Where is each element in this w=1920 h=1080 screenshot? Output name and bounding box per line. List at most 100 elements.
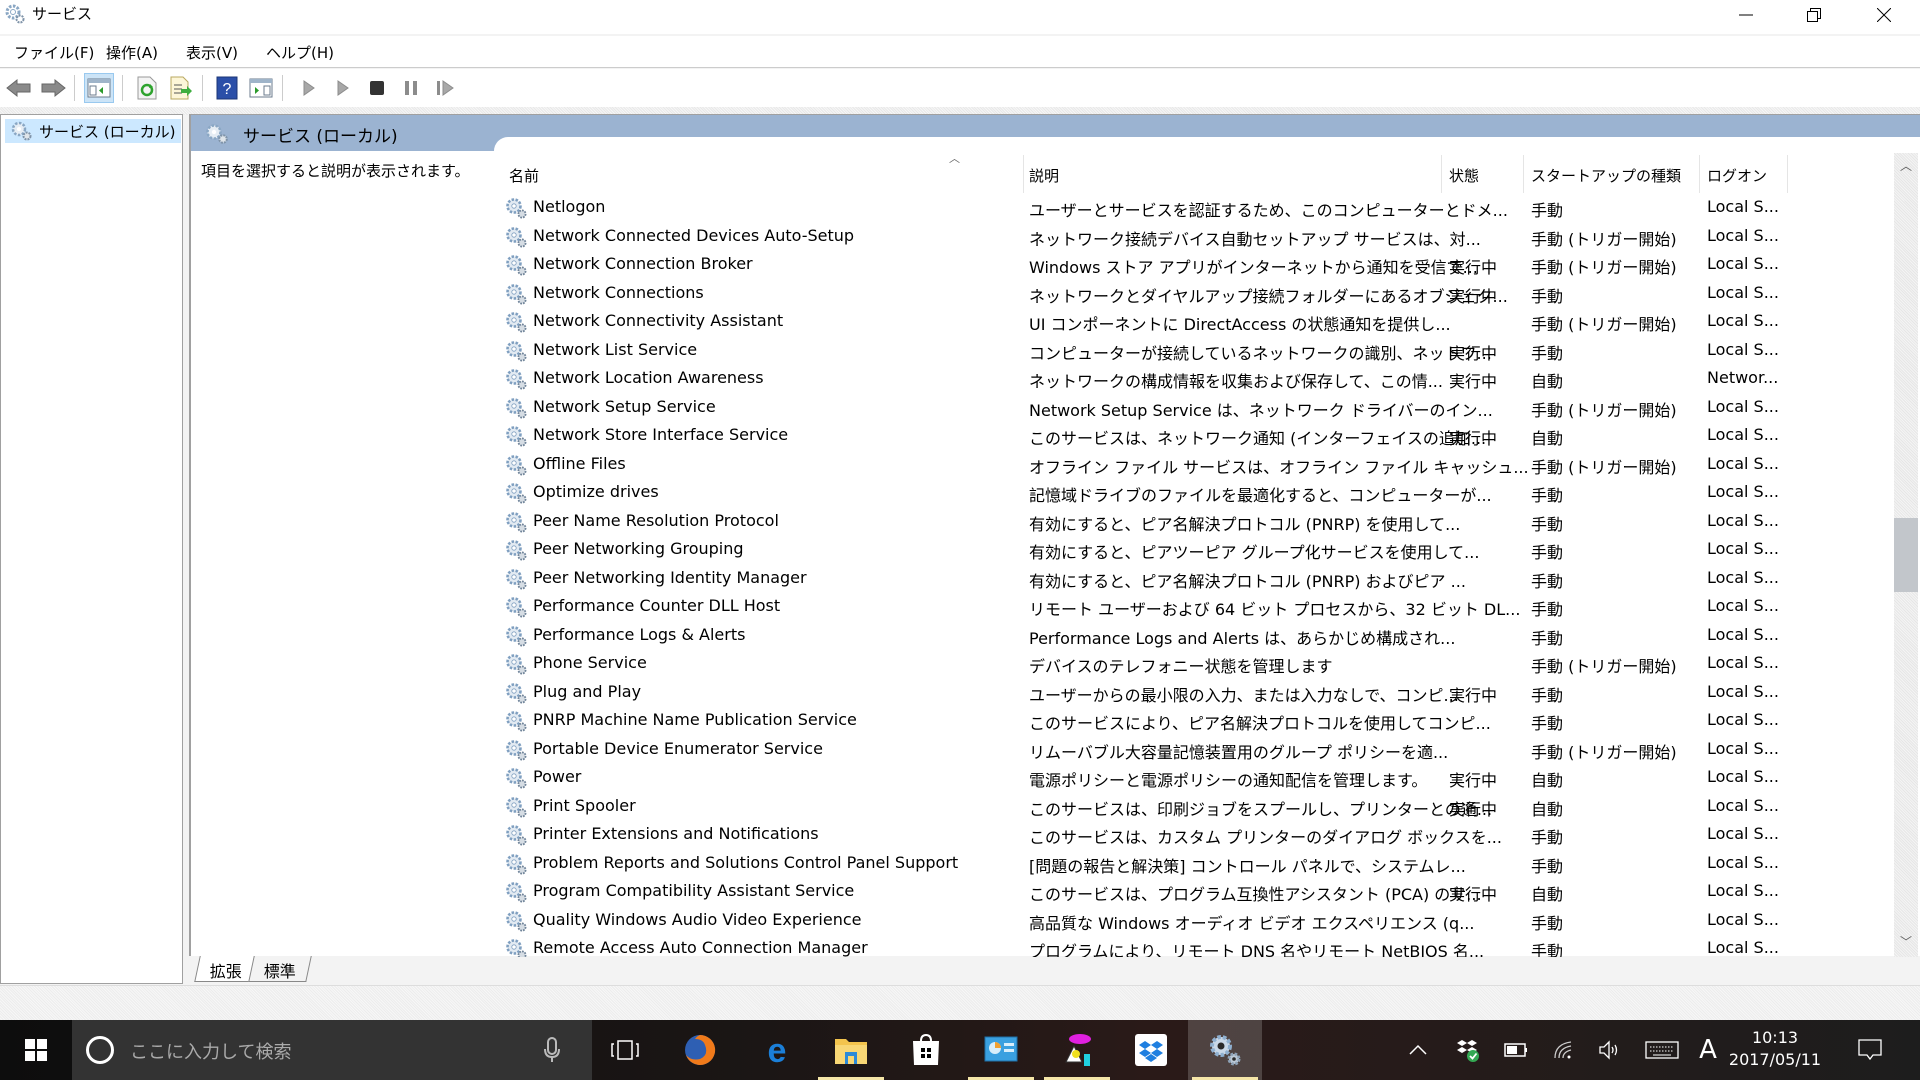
start-service-alt-button[interactable] [328,73,358,103]
resume-icon [437,80,454,96]
column-header-name[interactable]: 名前 [509,153,1023,193]
service-row[interactable]: Optimize drives 記憶域ドライブのファイルを最適化すると、コンピュー… [497,479,1889,508]
taskbar-app-file-explorer[interactable] [814,1020,888,1080]
taskbar-app-edge[interactable]: e [740,1020,814,1080]
service-row[interactable]: Network Connected Devices Auto-Setup ネットワ… [497,223,1889,252]
service-name: Peer Networking Grouping [533,539,744,558]
service-row[interactable]: Performance Logs & Alerts Performance Log… [497,622,1889,651]
service-startup-type: 手動 [1531,828,1564,847]
column-header-logon[interactable]: ログオン [1707,153,1787,193]
service-row[interactable]: Power 電源ポリシーと電源ポリシーの通知配信を管理します。 実行中 自動 Local… [497,764,1889,793]
service-row[interactable]: Offline Files オフライン ファイル サービスは、オフライン ファイル… [497,451,1889,480]
service-row[interactable]: Portable Device Enumerator Service リムーバブル… [497,736,1889,765]
menu-file[interactable]: ファイル(F) [14,42,94,63]
service-row[interactable]: Network List Service コンピューターが接続しているネットワーク… [497,337,1889,366]
minimize-button[interactable] [1712,0,1780,30]
tray-dropbox[interactable] [1448,1020,1488,1080]
service-row[interactable]: Network Store Interface Service このサービスは、ネ… [497,422,1889,451]
taskbar-app-services[interactable] [1188,1020,1262,1080]
scroll-down-button[interactable]: ﹀ [1894,933,1918,953]
menu-view[interactable]: 表示(V) [186,42,238,63]
service-row[interactable]: Print Spooler このサービスは、印刷ジョブをスプールし、プリンターとの… [497,793,1889,822]
resume-service-button[interactable] [430,73,460,103]
vertical-scrollbar[interactable]: ︿ ﹀ [1894,153,1918,957]
show-hide-action-pane-button[interactable] [246,73,276,103]
service-startup-type: 手動 [1531,942,1564,957]
service-row[interactable]: Performance Counter DLL Host リモート ユーザーおよび… [497,593,1889,622]
notification-icon [1858,1039,1882,1061]
service-row[interactable]: Network Setup Service Network Setup Servi… [497,394,1889,423]
scrollbar-thumb[interactable] [1894,517,1918,593]
column-header-status[interactable]: 状態 [1449,153,1525,193]
service-name: Print Spooler [533,795,636,815]
column-divider[interactable] [1523,155,1524,193]
taskbar-app-paint[interactable] [1040,1020,1114,1080]
column-divider[interactable] [1787,155,1788,193]
service-row[interactable]: Phone Service デバイスのテレフォニー状態を管理します 手動 (トリガー… [497,650,1889,679]
refresh-icon [137,76,157,100]
tray-volume[interactable] [1590,1020,1630,1080]
service-row[interactable]: Network Connectivity Assistant UI コンポーネント… [497,308,1889,337]
service-row[interactable]: Peer Networking Identity Manager 有効にすると、ピ… [497,565,1889,594]
service-status: 実行中 [1449,258,1498,277]
show-hide-console-tree-button[interactable] [84,73,114,103]
restore-button[interactable] [1780,0,1848,30]
export-list-button[interactable] [166,73,196,103]
service-name: Optimize drives [533,482,659,501]
toolbar-separator [282,75,283,101]
service-row[interactable]: Peer Networking Grouping 有効にすると、ピアツーピア グル… [497,536,1889,565]
service-row[interactable]: Printer Extensions and Notifications このサー… [497,821,1889,850]
service-row[interactable]: Peer Name Resolution Protocol 有効にすると、ピア名解… [497,508,1889,537]
back-button[interactable] [4,73,34,103]
column-divider[interactable] [1441,155,1442,193]
column-divider[interactable] [1023,155,1024,193]
close-button[interactable] [1850,0,1918,30]
menu-action[interactable]: 操作(A) [106,42,158,63]
taskbar-app-firefox[interactable] [663,1020,737,1080]
service-row[interactable]: PNRP Machine Name Publication Service このサ… [497,707,1889,736]
start-button[interactable] [0,1020,72,1080]
forward-button[interactable] [38,73,68,103]
service-row[interactable]: Quality Windows Audio Video Experience 高品… [497,907,1889,936]
tab-standard[interactable]: 標準 [248,956,312,982]
pause-service-button[interactable] [396,73,426,103]
service-row[interactable]: Remote Access Auto Connection Manager プログ… [497,935,1889,957]
service-row[interactable]: Network Connection Broker Windows ストア アプリ… [497,251,1889,280]
tray-touch-keyboard[interactable] [1640,1020,1684,1080]
menu-help[interactable]: ヘルプ(H) [266,42,334,63]
service-row[interactable]: Network Location Awareness ネットワークの構成情報を収集… [497,365,1889,394]
service-row[interactable]: Program Compatibility Assistant Service こ… [497,878,1889,907]
taskbar-clock[interactable]: 10:13 2017/05/11 [1720,1027,1830,1071]
store-icon [913,1033,939,1065]
column-header-description[interactable]: 説明 [1029,153,1441,193]
scroll-up-button[interactable]: ︿ [1894,157,1918,177]
taskbar-app-store[interactable] [889,1020,963,1080]
tree-item-services-local[interactable]: サービス (ローカル) [5,119,182,143]
column-header-name-label: 名前 [509,167,540,185]
service-row[interactable]: Plug and Play ユーザーからの最小限の入力、または入力なしで、コンピ.… [497,679,1889,708]
service-row[interactable]: Network Connections ネットワークとダイヤルアップ接続フォルダー… [497,280,1889,309]
action-center-button[interactable] [1846,1020,1894,1080]
service-row[interactable]: Netlogon ユーザーとサービスを認証するため、このコンピューターとドメ...… [497,194,1889,223]
taskbar-search-box[interactable]: ここに入力して検索 [72,1020,592,1080]
microphone-icon[interactable] [542,1036,562,1064]
start-service-button[interactable] [294,73,324,103]
task-view-button[interactable] [588,1020,662,1080]
column-divider[interactable] [1699,155,1700,193]
show-hidden-icons-button[interactable] [1398,1020,1438,1080]
stop-service-button[interactable] [362,73,392,103]
taskbar-app-control-panel[interactable] [964,1020,1038,1080]
column-header-startup[interactable]: スタートアップの種類 [1531,153,1701,193]
service-description: 高品質な Windows オーディオ ビデオ エクスペリエンス (q... [1029,913,1475,933]
service-row[interactable]: Problem Reports and Solutions Control Pa… [497,850,1889,879]
tray-battery[interactable] [1496,1020,1536,1080]
refresh-button[interactable] [132,73,162,103]
service-logon: Local S... [1707,396,1779,416]
action-pane-icon [249,78,273,98]
service-startup-type: 手動 [1531,201,1564,220]
help-button[interactable]: ? [212,73,242,103]
taskbar-app-dropbox[interactable] [1114,1020,1188,1080]
tray-network[interactable] [1544,1020,1584,1080]
service-gear-icon [506,511,527,532]
service-logon: Local S... [1707,567,1779,587]
